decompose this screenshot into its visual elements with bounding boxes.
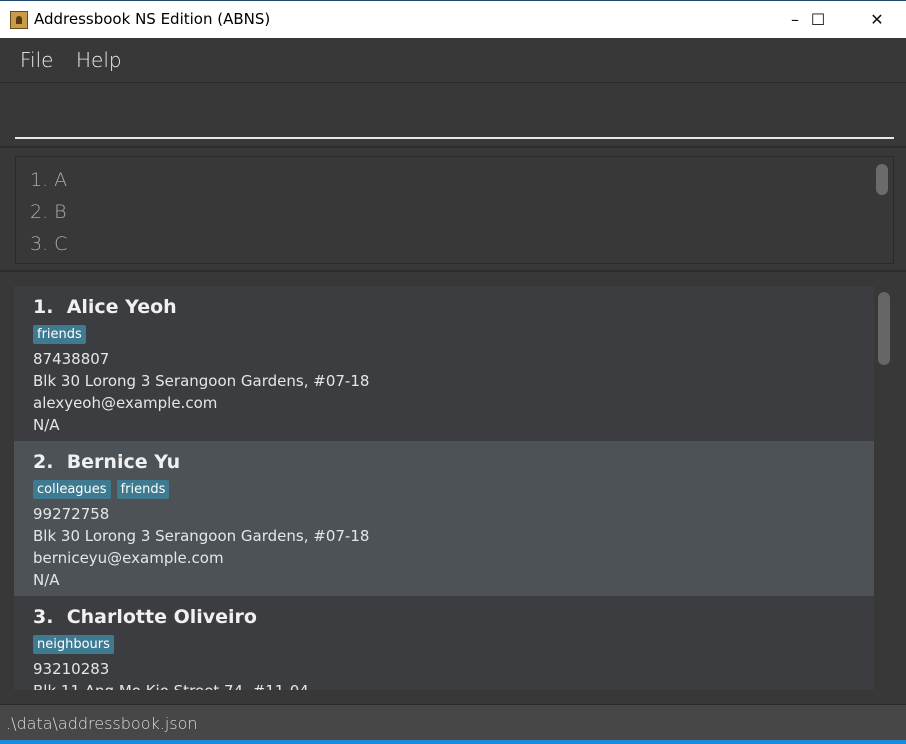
- title-bar: Addressbook NS Edition (ABNS) – ☐ ✕: [0, 0, 906, 38]
- person-card[interactable]: 3. Charlotte Oliveiro neighbours 93210283 B…: [14, 596, 874, 690]
- person-name-text: Bernice Yu: [66, 451, 181, 473]
- menu-bar: File Help: [0, 38, 906, 83]
- person-address: Blk 30 Lorong 3 Serangoon Gardens, #07-1…: [33, 372, 370, 390]
- tag-badge: colleagues: [33, 480, 111, 499]
- person-address: Blk 11 Ang Mo Kio Street 74, #11-04: [33, 680, 855, 690]
- tag-badge: neighbours: [33, 635, 114, 654]
- menu-help[interactable]: Help: [76, 48, 122, 72]
- result-line: 2. B: [30, 201, 67, 223]
- person-name-text: Charlotte Oliveiro: [66, 606, 257, 628]
- person-name: 3. Charlotte Oliveiro: [33, 606, 855, 632]
- person-card[interactable]: 1. Alice Yeoh friends 87438807 Blk 30 Loron…: [14, 286, 874, 441]
- tag-badge: friends: [33, 325, 86, 344]
- tag-badge: friends: [116, 480, 170, 499]
- person-card[interactable]: 2. Bernice Yu colleagues friends 99272758 Bl…: [14, 441, 874, 596]
- status-bar: .\data\addressbook.json: [0, 704, 906, 740]
- command-input[interactable]: [15, 103, 894, 139]
- person-email: alexyeoh@example.com: [33, 394, 218, 412]
- command-box: [0, 83, 906, 148]
- result-scrollbar[interactable]: [876, 164, 888, 195]
- person-index: 1.: [33, 296, 54, 318]
- tag-list: friends: [33, 322, 855, 348]
- person-phone: 99272758: [33, 505, 110, 523]
- person-name: 1. Alice Yeoh: [33, 296, 855, 322]
- window-title: Addressbook NS Edition (ABNS): [34, 10, 271, 28]
- menu-file[interactable]: File: [20, 48, 53, 72]
- person-name: 2. Bernice Yu: [33, 451, 855, 477]
- person-list-scrollbar[interactable]: [878, 292, 890, 365]
- person-email: berniceyu@example.com: [33, 549, 224, 567]
- person-phone: 87438807: [33, 350, 110, 368]
- person-extra: N/A: [33, 416, 60, 434]
- person-index: 2.: [33, 451, 54, 473]
- tag-list: neighbours: [33, 632, 855, 658]
- result-line: 3. C: [30, 233, 68, 255]
- result-display: 1. A 2. B 3. C: [0, 148, 906, 272]
- person-address: Blk 30 Lorong 3 Serangoon Gardens, #07-1…: [33, 527, 370, 545]
- result-line: 1. A: [30, 169, 68, 191]
- person-name-text: Alice Yeoh: [66, 296, 177, 318]
- taskbar-edge: [0, 740, 906, 744]
- person-index: 3.: [33, 606, 54, 628]
- addressbook-icon: [10, 11, 28, 29]
- file-path: .\data\addressbook.json: [6, 714, 198, 733]
- tag-list: colleagues friends: [33, 477, 855, 503]
- maximize-button[interactable]: ☐: [795, 7, 841, 33]
- person-phone: 93210283: [33, 660, 110, 678]
- result-text-area[interactable]: 1. A 2. B 3. C: [15, 156, 894, 264]
- person-list: 1. Alice Yeoh friends 87438807 Blk 30 Loron…: [0, 272, 906, 704]
- close-button[interactable]: ✕: [854, 7, 900, 33]
- person-extra: N/A: [33, 571, 60, 589]
